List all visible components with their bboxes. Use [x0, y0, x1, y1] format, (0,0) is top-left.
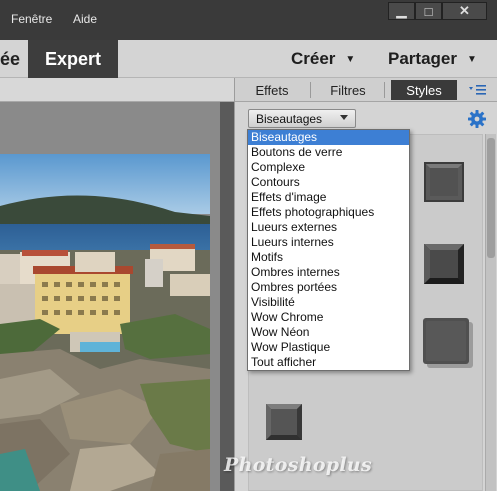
- dropdown-option[interactable]: Ombres internes: [248, 265, 409, 280]
- close-icon: ✕: [459, 3, 470, 18]
- tab-expert-label: Expert: [44, 48, 102, 69]
- dropdown-option[interactable]: Lueurs externes: [248, 220, 409, 235]
- style-thumbnail[interactable]: [424, 162, 464, 202]
- dropdown-option[interactable]: Tout afficher: [248, 355, 409, 370]
- tab-divider: [384, 82, 385, 98]
- dropdown-option[interactable]: Boutons de verre: [248, 145, 409, 160]
- tab-styles-label: Styles: [406, 82, 442, 98]
- chevron-down-icon: ▼: [345, 53, 356, 65]
- style-thumbnail[interactable]: [266, 404, 302, 440]
- tab-expert[interactable]: Expert: [28, 40, 118, 78]
- photo-image: [0, 154, 210, 491]
- document-canvas[interactable]: [0, 78, 234, 491]
- menu-window[interactable]: Fenêtre: [11, 12, 52, 26]
- dropdown-option[interactable]: Lueurs internes: [248, 235, 409, 250]
- scrollbar-thumb[interactable]: [487, 138, 495, 258]
- dropdown-option[interactable]: Effets photographiques: [248, 205, 409, 220]
- watermark: Photoshoplus: [224, 454, 373, 476]
- dropdown-option[interactable]: Wow Néon: [248, 325, 409, 340]
- tab-effects-label: Effets: [255, 82, 289, 98]
- dropdown-option[interactable]: Contours: [248, 175, 409, 190]
- dropdown-option[interactable]: Motifs: [248, 250, 409, 265]
- dropdown-option[interactable]: Effets d'image: [248, 190, 409, 205]
- tab-guided-partial[interactable]: ée: [0, 40, 28, 78]
- mode-bar: ée Expert Créer ▼ Partager ▼: [0, 40, 497, 78]
- dropdown-option[interactable]: Wow Plastique: [248, 340, 409, 355]
- chevron-down-icon: ▼: [466, 53, 477, 65]
- tab-filters[interactable]: Filtres: [317, 80, 379, 100]
- tab-guided-label: ée: [0, 48, 21, 69]
- styles-scrollbar[interactable]: [485, 134, 496, 491]
- maximize-button[interactable]: □: [415, 2, 442, 20]
- document-tab-strip: [0, 78, 234, 102]
- menu-bar: Fenêtre Aide ▁ □ ✕: [0, 0, 497, 40]
- category-select-value: Biseautages: [256, 112, 323, 126]
- maximize-icon: □: [424, 3, 433, 19]
- close-button[interactable]: ✕: [442, 2, 487, 20]
- style-thumbnail[interactable]: [424, 244, 464, 284]
- create-label: Créer: [291, 49, 336, 68]
- dropdown-option[interactable]: Ombres portées: [248, 280, 409, 295]
- dropdown-option[interactable]: Biseautages: [248, 130, 409, 145]
- category-dropdown-list: Biseautages Boutons de verre Complexe Co…: [247, 129, 410, 371]
- tab-divider: [310, 82, 311, 98]
- minimize-icon: ▁: [396, 3, 407, 18]
- tab-filters-label: Filtres: [330, 82, 366, 98]
- chevron-down-icon: [340, 115, 348, 120]
- minimize-button[interactable]: ▁: [388, 2, 415, 20]
- dropdown-option[interactable]: Complexe: [248, 160, 409, 175]
- menu-help[interactable]: Aide: [73, 12, 97, 26]
- dropdown-option[interactable]: Visibilité: [248, 295, 409, 310]
- create-button[interactable]: Créer ▼: [291, 40, 355, 78]
- panel-tab-bar: Effets Filtres Styles: [235, 78, 497, 102]
- gear-icon[interactable]: [467, 109, 487, 129]
- canvas-scrollbar[interactable]: [220, 102, 234, 491]
- share-button[interactable]: Partager ▼: [388, 40, 477, 78]
- style-thumbnail[interactable]: [423, 318, 473, 368]
- category-select[interactable]: Biseautages: [248, 109, 356, 128]
- panel-menu-icon[interactable]: [467, 83, 489, 97]
- dropdown-option[interactable]: Wow Chrome: [248, 310, 409, 325]
- share-label: Partager: [388, 49, 457, 68]
- tab-styles[interactable]: Styles: [391, 80, 457, 100]
- tab-effects[interactable]: Effets: [241, 80, 303, 100]
